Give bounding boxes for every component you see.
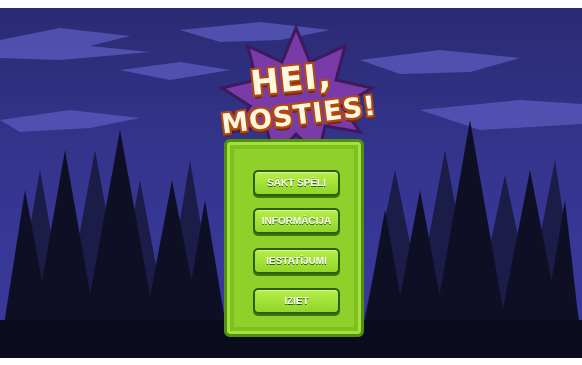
start-game-button[interactable]: SĀKT SPĒLI [253, 170, 340, 196]
exit-button[interactable]: IZIET [253, 288, 340, 314]
main-menu-panel: SĀKT SPĒLI INFORMĀCIJA IESTATĪJUMI IZIET [224, 139, 364, 337]
settings-button[interactable]: IESTATĪJUMI [253, 248, 340, 274]
bottom-frame [0, 358, 582, 365]
information-button[interactable]: INFORMĀCIJA [253, 208, 340, 234]
top-frame [0, 0, 582, 8]
game-logo: HEI, MOSTIES! [212, 44, 382, 154]
